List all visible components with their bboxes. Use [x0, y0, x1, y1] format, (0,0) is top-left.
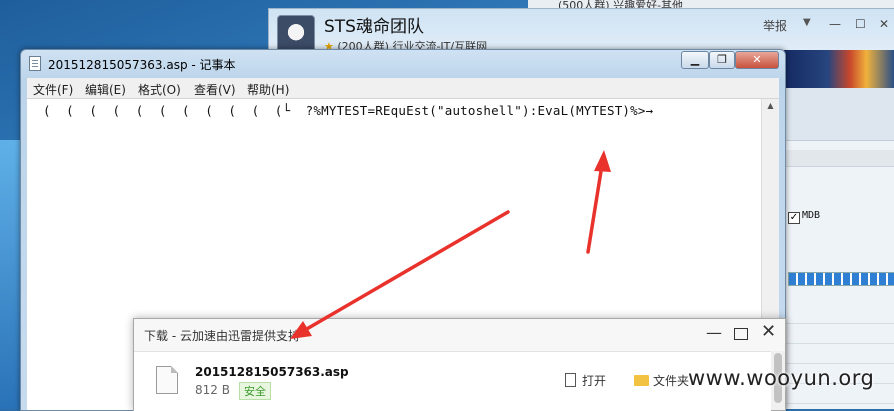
- maximize-icon[interactable]: [734, 328, 748, 340]
- menu-view[interactable]: 查看(V): [194, 81, 236, 98]
- group-banner-image: [784, 50, 894, 88]
- minimize-button[interactable]: ▁: [681, 51, 709, 69]
- close-icon[interactable]: ✕: [761, 321, 776, 342]
- group-name: STS魂命团队: [324, 17, 424, 37]
- group-avatar[interactable]: [277, 15, 315, 53]
- open-file-icon[interactable]: [565, 373, 576, 387]
- open-button[interactable]: 打开: [582, 372, 606, 389]
- maximize-icon[interactable]: ☐: [855, 17, 866, 31]
- notepad-title: 201512815057363.asp - 记事本: [48, 58, 236, 72]
- chevron-down-icon[interactable]: ▼: [803, 17, 811, 28]
- file-content[interactable]: ( ( ( ( ( ( ( ( ( ( (└ ?%MYTEST=REquEst(…: [43, 103, 653, 118]
- progress-bar-fill: [789, 273, 894, 285]
- maximize-icon: ❐: [717, 53, 727, 66]
- menu-file[interactable]: 文件(F): [33, 81, 73, 98]
- menu-bar: 文件(F) 编辑(E) 格式(O) 查看(V) 帮助(H): [27, 78, 779, 99]
- minimize-icon[interactable]: —: [829, 17, 841, 31]
- watermark: www.wooyun.org: [688, 366, 875, 390]
- notepad-icon: [29, 56, 41, 71]
- download-file-size: 812 B: [195, 383, 230, 397]
- close-icon: ✕: [752, 53, 762, 66]
- folder-icon[interactable]: [634, 375, 649, 386]
- download-item[interactable]: 201512815057363.asp 812 B 安全 打开 文件夹: [134, 351, 771, 411]
- close-button[interactable]: ✕: [735, 51, 779, 69]
- download-dialog[interactable]: 下载 - 云加速由迅雷提供支持 — ✕ 201512815057363.asp …: [133, 318, 786, 411]
- maximize-button[interactable]: ❐: [709, 51, 735, 69]
- menu-format[interactable]: 格式(O): [138, 81, 181, 98]
- scroll-up-icon[interactable]: ▲: [762, 101, 779, 110]
- progress-bar: [788, 272, 894, 286]
- file-icon: [156, 366, 178, 394]
- close-icon[interactable]: ✕: [879, 17, 889, 31]
- menu-edit[interactable]: 编辑(E): [85, 81, 126, 98]
- menu-help[interactable]: 帮助(H): [247, 81, 289, 98]
- download-dialog-title: 下载 - 云加速由迅雷提供支持: [144, 329, 300, 343]
- safety-badge: 安全: [239, 382, 271, 400]
- mdb-checkbox-label: MDB: [802, 210, 821, 221]
- minimize-icon: ▁: [690, 53, 700, 66]
- panel-toolbar: [784, 150, 894, 167]
- panel-header: [784, 88, 894, 141]
- right-side-panel: ✓ MDB: [784, 88, 894, 409]
- download-file-name: 201512815057363.asp: [195, 365, 349, 379]
- minimize-icon[interactable]: —: [706, 323, 722, 342]
- desktop-wallpaper-edge: [0, 140, 20, 409]
- report-button[interactable]: 举报: [763, 17, 787, 34]
- mdb-checkbox[interactable]: ✓: [788, 212, 800, 224]
- open-folder-button[interactable]: 文件夹: [653, 372, 689, 389]
